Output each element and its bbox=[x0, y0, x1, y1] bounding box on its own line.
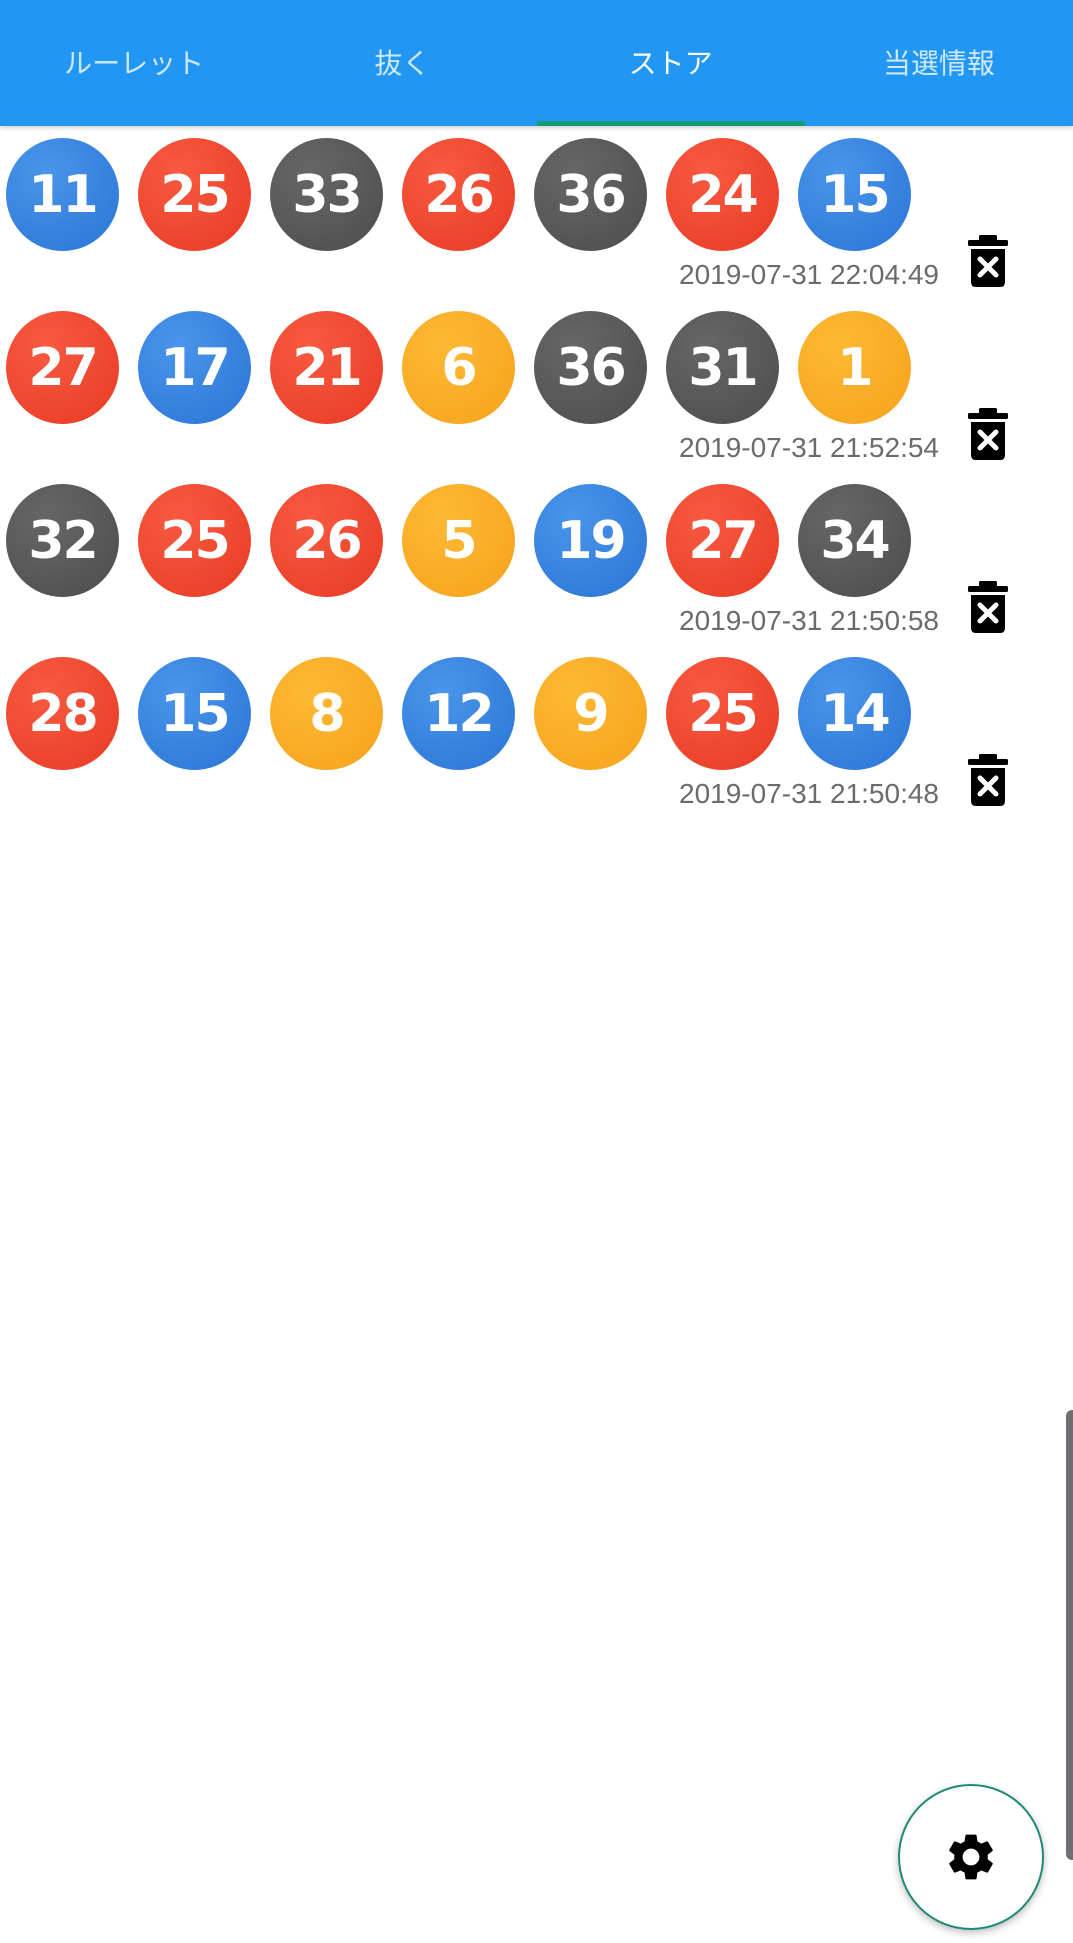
gear-icon bbox=[949, 1834, 993, 1880]
settings-button[interactable] bbox=[898, 1784, 1044, 1930]
delete-button[interactable] bbox=[960, 577, 1016, 637]
number-ball: 26 bbox=[402, 138, 515, 251]
number-ball: 25 bbox=[138, 484, 251, 597]
number-ball: 21 bbox=[270, 311, 383, 424]
number-ball: 15 bbox=[798, 138, 911, 251]
tab-store[interactable]: ストア bbox=[536, 0, 806, 126]
number-ball: 24 bbox=[666, 138, 779, 251]
number-ball: 27 bbox=[666, 484, 779, 597]
delete-button[interactable] bbox=[960, 750, 1016, 810]
number-ball: 9 bbox=[534, 657, 647, 770]
tab-label: ストア bbox=[628, 47, 713, 80]
number-ball: 32 bbox=[6, 484, 119, 597]
delete-forever-icon bbox=[968, 754, 1008, 806]
ball-row: 27 17 21 6 36 31 1 bbox=[6, 311, 911, 424]
saved-draws-list: 11 25 33 26 36 24 15 2019-07-31 22:04:49… bbox=[0, 126, 1073, 818]
number-ball: 36 bbox=[534, 311, 647, 424]
number-ball: 12 bbox=[402, 657, 515, 770]
number-ball: 15 bbox=[138, 657, 251, 770]
number-ball: 25 bbox=[138, 138, 251, 251]
list-item: 28 15 8 12 9 25 14 2019-07-31 21:50:48 bbox=[0, 645, 1073, 818]
number-ball: 5 bbox=[402, 484, 515, 597]
number-ball: 26 bbox=[270, 484, 383, 597]
number-ball: 19 bbox=[534, 484, 647, 597]
tab-label: ルーレット bbox=[64, 47, 205, 80]
delete-forever-icon bbox=[968, 235, 1008, 287]
number-ball: 28 bbox=[6, 657, 119, 770]
tab-label: 抜く bbox=[374, 47, 431, 80]
number-ball: 11 bbox=[6, 138, 119, 251]
saved-timestamp: 2019-07-31 21:52:54 bbox=[679, 432, 939, 463]
delete-button[interactable] bbox=[960, 404, 1016, 464]
delete-forever-icon bbox=[968, 581, 1008, 633]
list-item: 11 25 33 26 36 24 15 2019-07-31 22:04:49 bbox=[0, 126, 1073, 299]
ball-row: 32 25 26 5 19 27 34 bbox=[6, 484, 911, 597]
tab-bar: ルーレット 抜く ストア 当選情報 bbox=[0, 0, 1073, 126]
ball-row: 28 15 8 12 9 25 14 bbox=[6, 657, 911, 770]
number-ball: 6 bbox=[402, 311, 515, 424]
delete-forever-icon bbox=[968, 408, 1008, 460]
number-ball: 34 bbox=[798, 484, 911, 597]
tab-label: 当選情報 bbox=[882, 47, 995, 80]
number-ball: 8 bbox=[270, 657, 383, 770]
number-ball: 36 bbox=[534, 138, 647, 251]
number-ball: 17 bbox=[138, 311, 251, 424]
number-ball: 31 bbox=[666, 311, 779, 424]
tab-roulette[interactable]: ルーレット bbox=[0, 0, 268, 126]
number-ball: 1 bbox=[798, 311, 911, 424]
delete-button[interactable] bbox=[960, 231, 1016, 291]
app-bar: ルーレット 抜く ストア 当選情報 bbox=[0, 0, 1073, 126]
number-ball: 14 bbox=[798, 657, 911, 770]
number-ball: 27 bbox=[6, 311, 119, 424]
number-ball: 33 bbox=[270, 138, 383, 251]
list-item: 27 17 21 6 36 31 1 2019-07-31 21:52:54 bbox=[0, 299, 1073, 472]
list-item: 32 25 26 5 19 27 34 2019-07-31 21:50:58 bbox=[0, 472, 1073, 645]
tab-draw[interactable]: 抜く bbox=[268, 0, 536, 126]
saved-timestamp: 2019-07-31 22:04:49 bbox=[679, 259, 939, 290]
saved-timestamp: 2019-07-31 21:50:58 bbox=[679, 605, 939, 636]
saved-timestamp: 2019-07-31 21:50:48 bbox=[679, 778, 939, 809]
ball-row: 11 25 33 26 36 24 15 bbox=[6, 138, 911, 251]
tab-winning-info[interactable]: 当選情報 bbox=[805, 0, 1073, 126]
number-ball: 25 bbox=[666, 657, 779, 770]
edge-panel-handle[interactable] bbox=[1066, 1410, 1073, 1860]
